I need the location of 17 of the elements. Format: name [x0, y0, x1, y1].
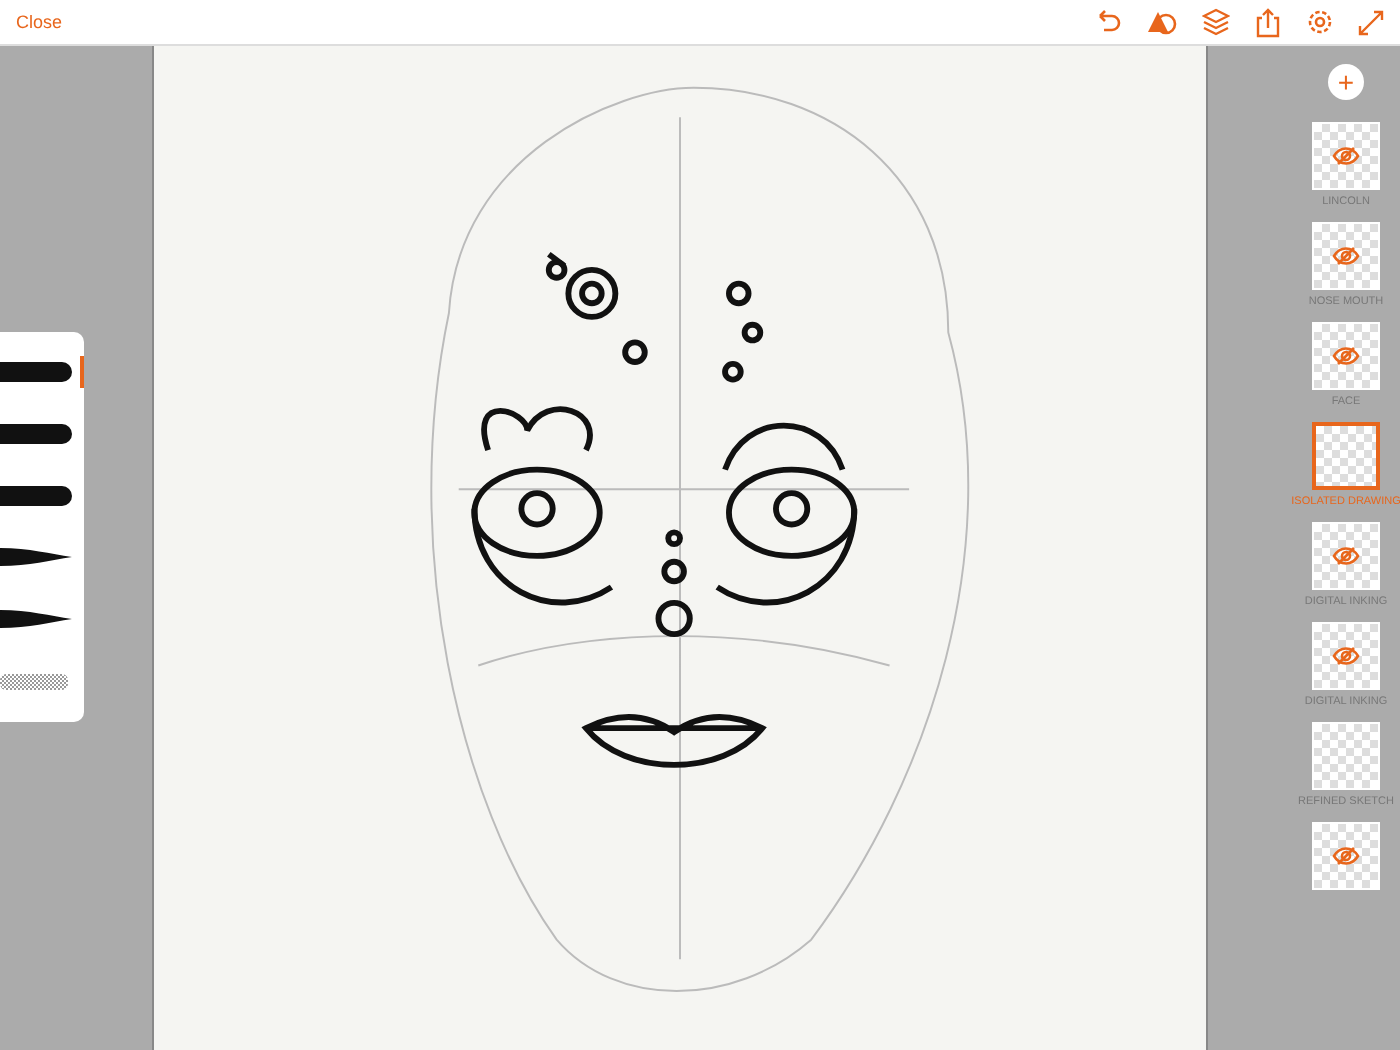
- round-brush-icon: [0, 361, 72, 381]
- settings-icon[interactable]: [1306, 8, 1334, 36]
- round-brush-icon: [0, 485, 72, 505]
- add-layer-button[interactable]: +: [1328, 64, 1364, 100]
- expand-icon[interactable]: [1358, 9, 1384, 35]
- brush-button[interactable]: [0, 351, 84, 391]
- shape-icon[interactable]: [1146, 8, 1178, 36]
- layer-thumbnail: [1312, 422, 1380, 490]
- undo-icon[interactable]: [1094, 8, 1122, 36]
- textured-brush-icon: [0, 673, 68, 689]
- tapered-brush-icon: [0, 610, 72, 628]
- tapered-brush-icon: [0, 548, 72, 566]
- close-button[interactable]: Close: [16, 12, 63, 32]
- round-brush-icon: [0, 423, 72, 443]
- layer-thumbnail: [1311, 722, 1380, 790]
- layers-icon[interactable]: [1202, 8, 1230, 36]
- share-icon[interactable]: [1254, 7, 1282, 37]
